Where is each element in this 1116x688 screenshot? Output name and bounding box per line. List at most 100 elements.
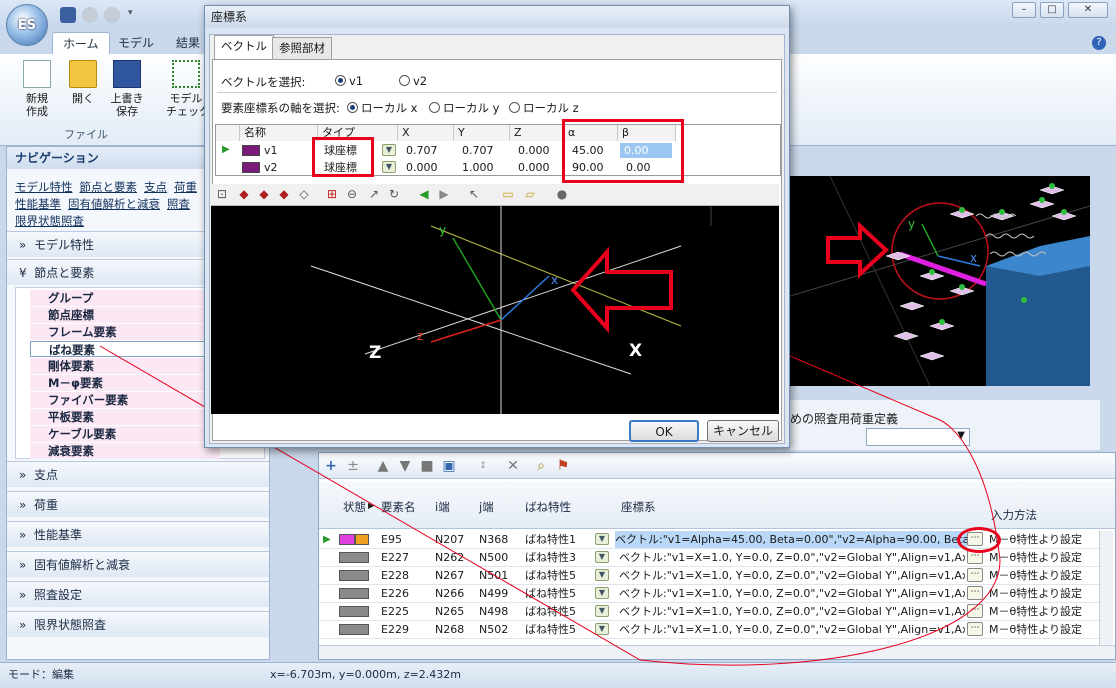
cell-element-name[interactable]: E95 [381,531,402,548]
nav-link[interactable]: 支点 [144,180,167,194]
horizontal-scrollbar[interactable] [319,645,1115,659]
rotate-icon[interactable]: ↻ [387,187,401,201]
nav-item-fiber[interactable]: ファイバー要素 [30,392,220,408]
cell-i-end[interactable]: N266 [435,585,464,602]
nav-link[interactable]: 荷重 [174,180,197,194]
cell-i-end[interactable]: N262 [435,549,464,566]
cell-input-method[interactable]: M－θ特性より設定 [989,603,1097,620]
nav-item-plate[interactable]: 平板要素 [30,409,220,425]
iso-view-icon[interactable]: ◆ [237,187,251,201]
spring-dropdown-button[interactable]: ▼ [595,569,609,581]
cell-vector-name[interactable]: v2 [260,159,278,176]
chevron-down-icon[interactable]: ▾ [128,8,133,18]
table-row[interactable]: E226 N266 N499 ばね特性5 ▼ ベクトル:"v1=X=1.0, Y… [319,585,1099,603]
front-view-icon[interactable]: ◆ [257,187,271,201]
cell-spring-property[interactable]: ばね特性5 [525,621,576,638]
search-icon[interactable]: ⌕ [533,458,549,474]
nav-item-node-coords[interactable]: 節点座標 [30,307,220,323]
tab-vector[interactable]: ベクトル [214,35,274,59]
tab-reference-member[interactable]: 参照部材 [272,37,332,59]
cell-j-end[interactable]: N498 [479,603,508,620]
spring-dropdown-button[interactable]: ▼ [595,623,609,635]
coord-edit-button[interactable]: ⋯ [967,568,983,582]
cell-element-name[interactable]: E228 [381,567,409,584]
cell-coord-system[interactable]: ベクトル:"v1=X=1.0, Y=0.0, Z=0.0","v2=Global… [619,585,965,602]
column-coord-system[interactable]: 座標系 [621,499,656,515]
sort-az-icon[interactable]: ↕ [475,458,491,474]
move-down-icon[interactable]: ▼ [397,458,413,474]
cell-input-method[interactable]: M－θ特性より設定 [989,585,1097,602]
model-check-button[interactable]: モデル チェック [166,60,210,118]
nav-item-damper[interactable]: 減衰要素 [30,443,220,459]
undo-icon[interactable] [82,7,98,23]
cell-element-name[interactable]: E226 [381,585,409,602]
delete-icon[interactable]: ✕ [505,458,521,474]
cell-coord-system[interactable]: ベクトル:"v1=X=1.0, Y=0.0, Z=0.0","v2=Global… [619,603,965,620]
cell-input-method[interactable]: M－θ特性より設定 [989,567,1097,584]
nav-link[interactable]: モデル特性 [15,180,73,194]
cell-spring-property[interactable]: ばね特性5 [525,603,576,620]
cell-spring-property[interactable]: ばね特性1 [525,531,576,548]
cell-coord-system[interactable]: ベクトル:"v1=Alpha=45.00, Beta=0.00","v2=Alp… [615,531,967,548]
zoom-out-icon[interactable]: ⊖ [345,187,359,201]
save-icon[interactable] [60,7,76,23]
pan-icon[interactable]: ↗ [367,187,381,201]
move-up-icon[interactable]: ▲ [375,458,391,474]
table-row[interactable]: E229 N268 N502 ばね特性5 ▼ ベクトル:"v1=X=1.0, Y… [319,621,1099,639]
zoom-window-icon[interactable]: ⊞ [325,187,339,201]
camera-icon[interactable]: ● [555,187,569,201]
nav-section-eigen[interactable]: » 固有値解析と減衰 [7,551,269,577]
cell-j-end[interactable]: N502 [479,621,508,638]
nav-item-cable[interactable]: ケーブル要素 [30,426,220,442]
nav-section-supports[interactable]: » 支点 [7,461,269,487]
nav-link[interactable]: 節点と要素 [80,180,138,194]
maximize-button[interactable]: □ [1040,2,1064,18]
new-file-button[interactable]: 新規 作成 [16,60,58,118]
cell-spring-property[interactable]: ばね特性5 [525,567,576,584]
axis-option-local-z[interactable]: ローカル z [509,100,579,116]
cell-i-end[interactable]: N265 [435,603,464,620]
vector-option-v2[interactable]: v2 [399,74,427,88]
cell-i-end[interactable]: N268 [435,621,464,638]
cell-j-end[interactable]: N368 [479,531,508,548]
table-row[interactable]: v2 球座標 ▼ 0.000 1.000 0.000 90.00 0.00 [216,159,780,176]
axis-option-local-x[interactable]: ローカル x [347,100,417,116]
nav-item-rigid[interactable]: 剛体要素 [30,358,220,374]
redo-icon[interactable] [104,7,120,23]
vector-option-v1[interactable]: v1 [335,74,363,88]
nav-section-check-settings[interactable]: » 照査設定 [7,581,269,607]
type-dropdown-button[interactable]: ▼ [382,161,396,173]
app-logo[interactable]: ES [6,4,48,46]
type-dropdown-button[interactable]: ▼ [382,144,396,156]
nav-section-loads[interactable]: » 荷重 [7,491,269,517]
vertical-scrollbar[interactable] [1099,531,1113,645]
select-poly-icon[interactable]: ▱ [523,187,537,201]
select-box-icon[interactable]: ▭ [501,187,515,201]
load-definition-select[interactable]: ▼ [866,428,970,446]
cell-coord-system[interactable]: ベクトル:"v1=X=1.0, Y=0.0, Z=0.0","v2=Global… [619,621,965,638]
nav-section-performance[interactable]: » 性能基準 [7,521,269,547]
nav-link[interactable]: 性能基準 [15,197,61,211]
spring-dropdown-button[interactable]: ▼ [595,587,609,599]
save-button[interactable]: 上書き 保存 [106,60,148,118]
select-pointer-icon[interactable]: ↖ [467,187,481,201]
cell-spring-property[interactable]: ばね特性3 [525,549,576,566]
column-element-name[interactable]: 要素名 [381,499,416,515]
cell-coord-system[interactable]: ベクトル:"v1=X=1.0, Y=0.0, Z=0.0","v2=Global… [619,567,965,584]
nav-link[interactable]: 固有値解析と減衰 [68,197,160,211]
spring-dropdown-button[interactable]: ▼ [595,533,609,545]
nav-item-frame[interactable]: フレーム要素 [30,324,220,340]
nav-item-m-phi[interactable]: M－φ要素 [30,375,220,391]
close-button[interactable]: ✕ [1068,2,1108,18]
table-row[interactable]: ▶ v1 球座標 ▼ 0.707 0.707 0.000 45.00 0.00 [216,142,780,159]
cell-element-name[interactable]: E227 [381,549,409,566]
fit-view-icon[interactable]: ⊡ [215,187,229,201]
top-view-icon[interactable]: ◇ [297,187,311,201]
spring-dropdown-button[interactable]: ▼ [595,551,609,563]
model-3d-view[interactable]: y x [790,176,1090,386]
cell-element-name[interactable]: E229 [381,621,409,638]
add-row-icon[interactable]: + [323,458,339,474]
cell-i-end[interactable]: N267 [435,567,464,584]
minimize-button[interactable]: – [1012,2,1036,18]
column-j-end[interactable]: j端 [479,499,494,515]
